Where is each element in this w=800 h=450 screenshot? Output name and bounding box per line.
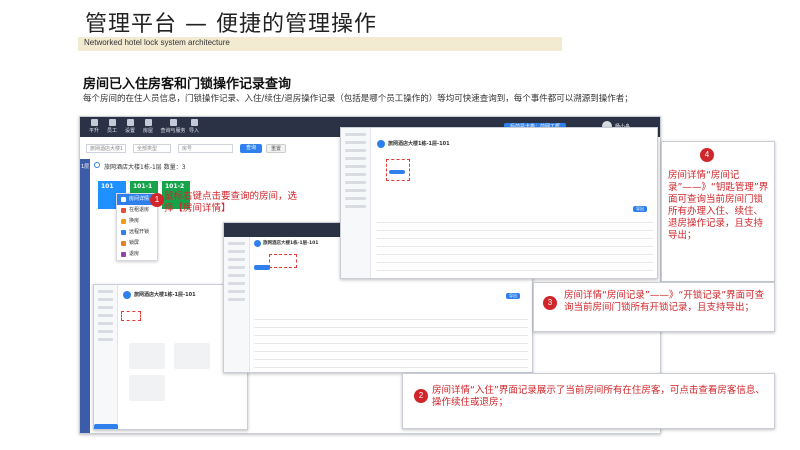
collapse-icon[interactable] (94, 162, 100, 168)
key-management-window: 旅网酒店大楼1栋-1层-101 导出 (340, 127, 658, 279)
export-button[interactable]: 导出 (506, 293, 520, 299)
menu-lock[interactable]: 锁屏 (117, 238, 157, 249)
menu-change-room[interactable]: 换房 (117, 216, 157, 227)
highlight-tab (269, 254, 297, 268)
room-avatar (377, 140, 385, 148)
tab-active[interactable] (254, 265, 270, 270)
guest-card[interactable] (174, 343, 210, 369)
detail-icon (121, 197, 126, 202)
query-icon (169, 119, 177, 126)
nav-settings[interactable]: 设置 (122, 119, 138, 134)
annotation-badge-4: 4 (700, 148, 714, 162)
lock-icon (121, 241, 126, 246)
bottom-action[interactable] (94, 424, 118, 429)
annotation-text-1: 鼠标右键点击要查询的房间，选择【房间详情】 (164, 191, 298, 214)
section-heading: 房间已入住房客和门锁操作记录查询 (83, 77, 292, 92)
menu-checkout[interactable]: 在租退房 (117, 205, 157, 216)
export-button[interactable]: 导出 (633, 206, 647, 212)
menu-remote-unlock[interactable]: 远程开锁 (117, 227, 157, 238)
menu-vacate[interactable]: 退房 (117, 249, 157, 260)
guest-card[interactable] (129, 375, 165, 401)
nav-staff[interactable]: 员工 (104, 119, 120, 134)
type-select[interactable]: 全部类型 (133, 144, 171, 153)
guest-card[interactable] (129, 343, 165, 369)
annotation-badge-2: 2 (414, 389, 428, 403)
nav-query[interactable]: 查询与服务 (160, 119, 186, 134)
annotation-badge-1: 1 (150, 193, 164, 207)
room-avatar (254, 240, 261, 247)
reset-button[interactable]: 重置 (266, 144, 286, 153)
page-subtitle: Networked hotel lock system architecture (84, 38, 230, 47)
room-search-input[interactable]: 房号 (178, 144, 233, 153)
import-icon (190, 119, 198, 126)
detail-title: 旅网酒店大楼1栋-1层-101 (263, 241, 319, 246)
gear-icon (126, 119, 134, 126)
building-info: 旅网酒店大楼1栋-1层 数量：3 (104, 164, 186, 171)
highlight-tab (121, 311, 141, 321)
room-avatar (123, 291, 131, 299)
annotation-text-3: 房间详情“房间记录”——》“开锁记录”界面可查询当前房间门锁所有开锁记录，且支持… (564, 290, 765, 313)
detail-sidebar (94, 285, 118, 429)
annotation-badge-3: 3 (543, 296, 557, 310)
home-icon (90, 119, 98, 126)
tab-active[interactable] (389, 170, 405, 174)
nav-home[interactable]: 平升 (86, 119, 102, 134)
checkout-icon (121, 208, 126, 213)
floor-rail (80, 159, 90, 433)
nav-rooms[interactable]: 房屋 (140, 119, 156, 134)
room-icon (144, 119, 152, 126)
annotation-text-2: 房间详情“入住”界面记录展示了当前房间所有在住房客，可点击查看房客信息、操作续住… (432, 385, 765, 408)
detail-sidebar (224, 237, 250, 372)
change-room-icon (121, 219, 126, 224)
section-description: 每个房间的在住人员信息，门锁操作记录、入住/续住/退房操作记录（包括是哪个员工操… (83, 94, 633, 104)
search-button[interactable]: 查询 (240, 144, 262, 153)
page-title: 管理平台 — 便捷的管理操作 (85, 12, 377, 37)
detail-title: 旅网酒店大楼1栋-1层-101 (388, 141, 450, 147)
floor-tag[interactable]: 1层 (81, 163, 89, 170)
nav-import[interactable]: 导入 (186, 119, 202, 134)
annotation-text-4: 房间详情“房间记录”——》“钥匙管理”界面可查询当前房间门锁所有办理入住、续住、… (668, 170, 769, 241)
building-select[interactable]: 旅网酒店大楼1 (86, 144, 126, 153)
staff-icon (108, 119, 116, 126)
detail-sidebar (341, 128, 371, 278)
unlock-icon (121, 230, 126, 235)
vacate-icon (121, 252, 126, 257)
detail-title: 旅网酒店大楼1栋-1层-101 (134, 292, 196, 298)
